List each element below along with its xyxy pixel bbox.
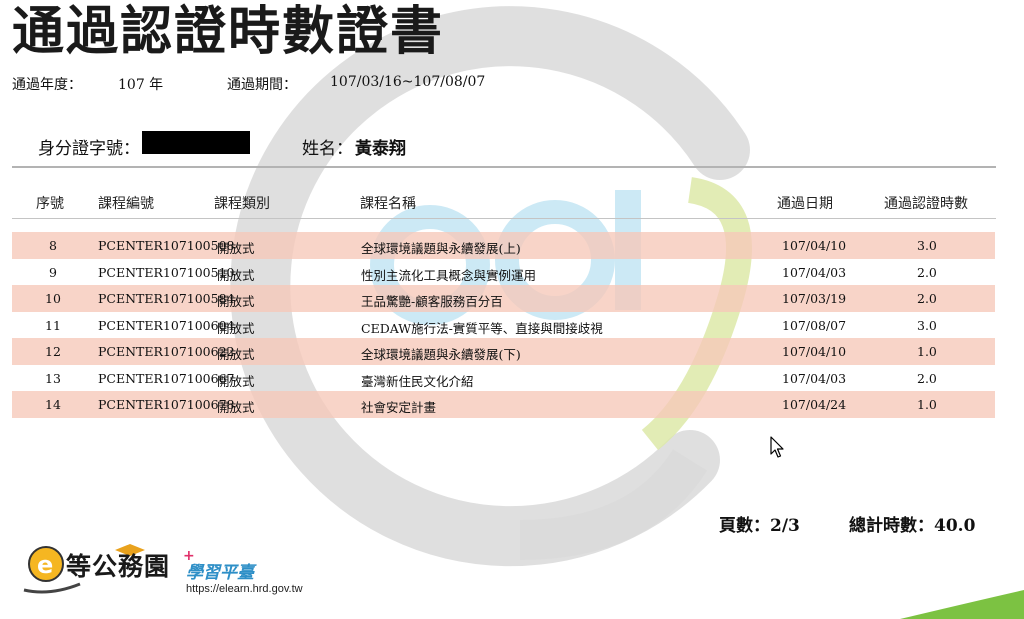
logo-main-text: 等公務園 xyxy=(66,552,171,581)
cell-hours: 1.0 xyxy=(917,397,937,412)
mouse-cursor-icon xyxy=(770,436,784,458)
cell-seq: 13 xyxy=(45,370,61,386)
name-label: 姓名： xyxy=(302,139,353,159)
id-number-redaction xyxy=(142,131,250,154)
id-number-label: 身分證字號： xyxy=(38,139,140,159)
course-table: 8 PCENTER107100508 開放式 全球環境議題與永續發展(上) 10… xyxy=(12,232,995,418)
cell-seq: 12 xyxy=(45,344,61,359)
cell-seq: 9 xyxy=(49,264,57,280)
cell-code: PCENTER107100622 xyxy=(98,344,235,359)
svg-text:e: e xyxy=(37,551,53,579)
cell-hours: 3.0 xyxy=(917,238,937,253)
cell-name: 臺灣新住民文化介紹 xyxy=(361,373,474,389)
page-count: 頁數：2/3 xyxy=(719,516,800,536)
cell-hours: 2.0 xyxy=(917,264,937,280)
table-header-divider xyxy=(12,218,996,219)
cell-hours: 2.0 xyxy=(917,291,937,306)
cell-code: PCENTER107100508 xyxy=(98,238,235,253)
cell-type: 開放式 xyxy=(217,241,255,256)
table-row: 14 PCENTER107100678 開放式 社會安定計畫 107/04/24… xyxy=(12,391,995,418)
cell-date: 107/08/07 xyxy=(782,317,847,333)
col-header-code: 課程編號 xyxy=(98,196,154,212)
cell-name: 全球環境議題與永續發展(上) xyxy=(361,241,521,256)
logo-url: https://elearn.hrd.gov.tw xyxy=(186,583,303,595)
year-value: 107 年 xyxy=(118,77,164,93)
cell-hours: 2.0 xyxy=(917,370,937,386)
table-row: 11 PCENTER107100604 開放式 CEDAW施行法-實質平等、直接… xyxy=(12,312,995,339)
period-value: 107/03/16~107/08/07 xyxy=(330,74,486,90)
table-row: 8 PCENTER107100508 開放式 全球環境議題與永續發展(上) 10… xyxy=(12,232,995,259)
cell-name: 全球環境議題與永續發展(下) xyxy=(361,347,521,362)
cell-type: 開放式 xyxy=(217,347,255,362)
certificate-title: 通過認證時數證書 xyxy=(12,2,445,62)
year-label: 通過年度： xyxy=(12,77,82,93)
cell-type: 開放式 xyxy=(217,267,255,283)
cell-date: 107/04/03 xyxy=(782,264,847,280)
cell-code: PCENTER107100604 xyxy=(98,317,235,333)
name-value: 黃泰翔 xyxy=(355,139,406,159)
table-row: 10 PCENTER107100584 開放式 王品驚艷-顧客服務百分百 107… xyxy=(12,285,995,312)
cell-seq: 8 xyxy=(49,238,57,253)
logo-sub-text: 學習平臺 xyxy=(186,563,254,583)
cell-name: 社會安定計畫 xyxy=(361,400,437,415)
cell-type: 開放式 xyxy=(217,400,255,415)
cell-date: 107/04/10 xyxy=(782,238,847,253)
cell-date: 107/04/10 xyxy=(782,344,847,359)
table-row: 13 PCENTER107100667 開放式 臺灣新住民文化介紹 107/04… xyxy=(12,365,995,392)
cell-code: PCENTER107100678 xyxy=(98,397,235,412)
cell-date: 107/04/24 xyxy=(782,397,847,412)
col-header-date: 通過日期 xyxy=(777,196,833,212)
cell-code: PCENTER107100667 xyxy=(98,370,235,386)
cell-type: 開放式 xyxy=(217,373,255,389)
cell-type: 開放式 xyxy=(217,294,255,309)
cell-name: 王品驚艷-顧客服務百分百 xyxy=(361,294,503,309)
cell-hours: 1.0 xyxy=(917,344,937,359)
table-row: 12 PCENTER107100622 開放式 全球環境議題與永續發展(下) 1… xyxy=(12,338,995,365)
cell-hours: 3.0 xyxy=(917,317,937,333)
cell-name: 性別主流化工具概念與實例運用 xyxy=(361,267,537,283)
cell-date: 107/03/19 xyxy=(782,291,847,306)
cell-name: CEDAW施行法-實質平等、直接與間接歧視 xyxy=(361,320,603,336)
total-hours: 總計時數：40.0 xyxy=(849,516,976,536)
col-header-type: 課程類別 xyxy=(214,196,270,212)
cell-code: PCENTER107100510 xyxy=(98,264,235,280)
cell-seq: 11 xyxy=(45,317,61,333)
cell-date: 107/04/03 xyxy=(782,370,847,386)
cell-code: PCENTER107100584 xyxy=(98,291,235,306)
col-header-seq: 序號 xyxy=(36,196,64,212)
cell-seq: 14 xyxy=(45,397,61,412)
cell-type: 開放式 xyxy=(217,320,255,336)
col-header-name: 課程名稱 xyxy=(360,196,416,212)
table-row: 9 PCENTER107100510 開放式 性別主流化工具概念與實例運用 10… xyxy=(12,259,995,286)
col-header-hours: 通過認證時數 xyxy=(884,196,968,212)
period-label: 通過期間： xyxy=(227,77,297,93)
header-divider xyxy=(12,166,996,168)
cell-seq: 10 xyxy=(45,291,61,306)
